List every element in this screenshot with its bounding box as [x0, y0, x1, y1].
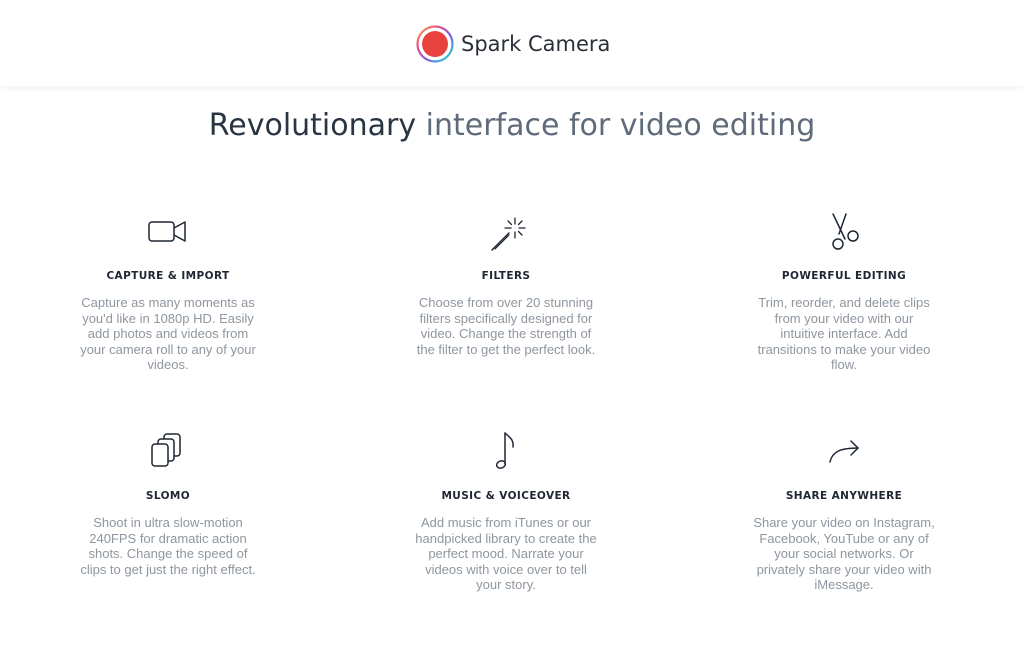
scissors-icon — [832, 213, 859, 250]
feature-description: Trim, reorder, and delete clips from you… — [757, 295, 931, 373]
video-camera-icon — [148, 221, 186, 242]
feature-music-voiceover: MUSIC & VOICEOVER Add music from iTunes … — [376, 428, 636, 593]
feature-slomo: SLOMO Shoot in ultra slow-motion 240FPS … — [38, 428, 298, 577]
headline-light: interface for video editing — [425, 108, 816, 143]
feature-title: POWERFUL EDITING — [781, 270, 907, 282]
feature-description: Capture as many moments as you'd like in… — [80, 295, 256, 373]
feature-title: FILTERS — [481, 270, 531, 282]
feature-powerful-editing: POWERFUL EDITING Trim, reorder, and dele… — [714, 208, 974, 373]
share-arrow-icon — [829, 440, 859, 463]
headline-bold: Revolutionary — [208, 108, 417, 143]
feature-description: Share your video on Instagram, Facebook,… — [753, 515, 935, 593]
page-headline: Revolutionary interface for video editin… — [0, 108, 1024, 143]
stacked-clips-icon — [151, 433, 181, 467]
feature-description: Choose from over 20 stunning filters spe… — [416, 295, 596, 357]
music-note-icon — [495, 432, 514, 469]
feature-description: Shoot in ultra slow-motion 240FPS for dr… — [80, 515, 256, 577]
feature-capture-import: CAPTURE & IMPORT Capture as many moments… — [38, 208, 298, 373]
spark-camera-logo-icon — [416, 25, 454, 63]
magic-wand-icon — [491, 217, 526, 251]
site-header: Spark Camera — [0, 0, 1024, 86]
feature-title: SHARE ANYWHERE — [785, 490, 903, 502]
feature-filters: FILTERS Choose from over 20 stunning fil… — [376, 208, 636, 357]
feature-title: MUSIC & VOICEOVER — [441, 490, 571, 502]
feature-title: CAPTURE & IMPORT — [106, 270, 230, 282]
brand-name: Spark Camera — [461, 32, 611, 56]
feature-description: Add music from iTunes or our handpicked … — [415, 515, 597, 593]
feature-title: SLOMO — [145, 490, 191, 502]
feature-share-anywhere: SHARE ANYWHERE Share your video on Insta… — [714, 428, 974, 593]
brand-home-link[interactable]: Spark Camera — [416, 25, 610, 63]
